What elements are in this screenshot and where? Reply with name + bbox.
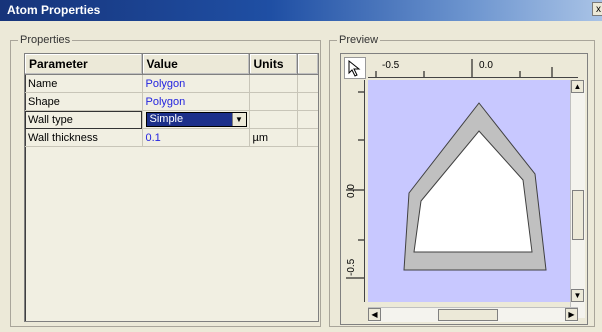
vertical-scroll-thumb[interactable] [572,190,584,240]
y-tick-label: 0.0 [346,184,357,198]
properties-group-label: Properties [18,34,73,46]
table-row[interactable]: Wall thickness 0.1 µm [25,128,318,147]
horizontal-scroll-thumb[interactable] [438,309,498,321]
column-header-value[interactable]: Value [142,54,250,75]
grid-header-row: Parameter Value Units [25,54,318,75]
wall-type-selected-value: Simple [149,113,184,125]
table-row[interactable]: Shape Polygon [25,92,318,111]
x-tick-label: -0.5 [382,60,400,71]
scroll-left-button[interactable]: ◀ [368,308,381,321]
polygon-preview [403,102,547,271]
column-header-units[interactable]: Units [249,54,298,75]
units-cell [249,92,298,111]
filler-cell [297,128,318,147]
horizontal-scrollbar[interactable]: ◀ ▶ [368,307,578,322]
column-header-filler [297,54,318,75]
x-tick-label: 0.0 [479,60,493,71]
pointer-tool-button[interactable] [344,57,366,79]
units-cell [249,74,298,93]
param-cell: Name [25,74,143,93]
filler-cell [297,92,318,111]
preview-frame: -0.5 0.0 0.0 -0.5 ▲ ▼ ◀ ▶ [340,53,588,325]
scroll-down-button[interactable]: ▼ [571,289,584,302]
wall-type-select[interactable]: Simple ▼ [145,112,247,127]
param-cell: Shape [25,92,143,111]
scroll-right-button[interactable]: ▶ [565,308,578,321]
filler-cell [297,110,318,129]
table-row[interactable]: Name Polygon [25,74,318,93]
vertical-scrollbar[interactable]: ▲ ▼ [570,80,585,318]
param-cell: Wall thickness [25,128,143,147]
preview-canvas[interactable] [368,80,578,302]
column-header-parameter[interactable]: Parameter [25,54,143,75]
filler-cell [297,74,318,93]
chevron-down-icon[interactable]: ▼ [231,113,246,126]
y-tick-label: -0.5 [346,258,357,276]
preview-group-label: Preview [337,34,381,46]
title-bar: Atom Properties x [0,0,602,21]
close-button[interactable]: x [592,2,602,16]
preview-group: Preview -0.5 0.0 0.0 -0.5 ▲ ▼ ◀ ▶ [329,34,595,327]
scroll-up-button[interactable]: ▲ [571,80,584,93]
table-row-selected[interactable]: Wall type Simple ▼ [25,110,318,129]
value-cell[interactable]: 0.1 [142,128,250,147]
horizontal-ruler: -0.5 0.0 [368,57,578,78]
horizontal-ruler-ticks [375,59,553,77]
properties-group: Properties Parameter Value Units Name Po… [10,34,321,327]
units-cell [249,110,298,129]
value-cell[interactable]: Polygon [142,92,250,111]
dialog-body: Properties Parameter Value Units Name Po… [0,21,602,332]
value-cell[interactable]: Polygon [142,74,250,93]
param-cell: Wall type [25,110,143,129]
properties-grid: Parameter Value Units Name Polygon Shape… [24,53,319,322]
pointer-arrow-icon [348,59,361,77]
value-cell[interactable]: Simple ▼ [142,110,250,129]
units-cell: µm [249,128,298,147]
window-title: Atom Properties [7,3,101,17]
vertical-ruler: 0.0 -0.5 [344,80,365,302]
